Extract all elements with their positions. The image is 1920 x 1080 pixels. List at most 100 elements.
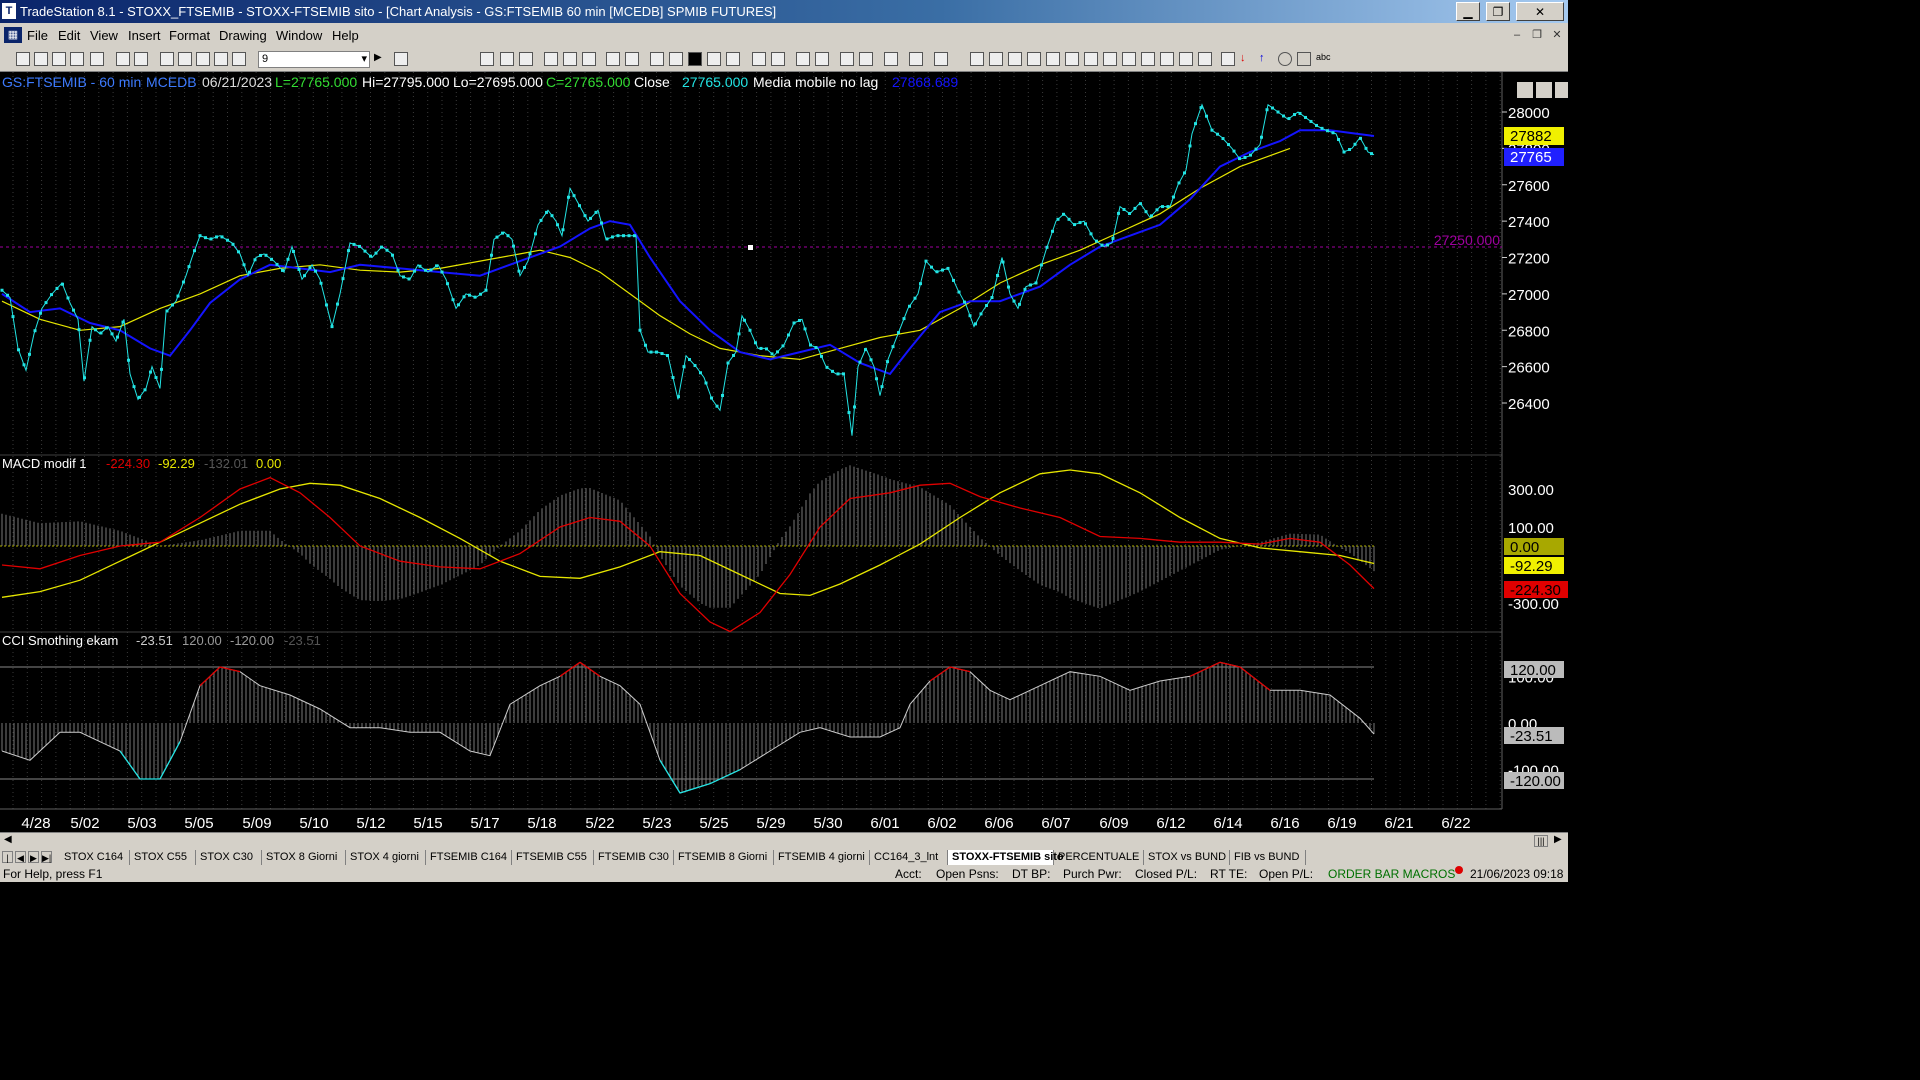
- horizontal-scrollbar[interactable]: ◀ ||| ▶: [0, 832, 1568, 850]
- print-icon[interactable]: [134, 52, 148, 66]
- workspace-tab[interactable]: STOX C164: [60, 850, 130, 865]
- paint-icon[interactable]: [625, 52, 639, 66]
- trade-icon[interactable]: [909, 52, 923, 66]
- tools-icon[interactable]: [884, 52, 898, 66]
- strategy-insert-icon[interactable]: [582, 52, 596, 66]
- pointer-icon[interactable]: [840, 52, 854, 66]
- format-symbol-icon[interactable]: [500, 52, 514, 66]
- workspace-tab[interactable]: STOX 4 giorni: [346, 850, 426, 865]
- gann-icon[interactable]: [1065, 52, 1079, 66]
- zoom-in-icon[interactable]: [796, 52, 810, 66]
- play-icon[interactable]: ▶: [374, 52, 388, 66]
- scroll-left-icon[interactable]: ◀: [4, 834, 12, 845]
- maximize-button[interactable]: ❐: [1486, 2, 1510, 21]
- pane-minimize-icon[interactable]: [1517, 82, 1533, 98]
- workspace-tab[interactable]: STOX 8 Giorni: [262, 850, 346, 865]
- data-window-icon[interactable]: [519, 52, 533, 66]
- macros-field[interactable]: ORDER BAR MACROS: [1328, 867, 1455, 881]
- minimize-button[interactable]: ▁: [1456, 2, 1480, 21]
- workspace-tab[interactable]: CC164_3_lnt: [870, 850, 948, 865]
- curve-icon[interactable]: [1221, 52, 1235, 66]
- tab-next-icon[interactable]: ▶: [28, 851, 39, 863]
- format-window-icon[interactable]: [480, 52, 494, 66]
- open-icon[interactable]: [52, 52, 66, 66]
- ohlc-icon[interactable]: [707, 52, 721, 66]
- vertical-line-icon[interactable]: [989, 52, 1003, 66]
- pen-icon[interactable]: [1198, 52, 1212, 66]
- workspace-tab[interactable]: FTSEMIB 8 Giorni: [674, 850, 774, 865]
- workspace-tab[interactable]: STOX vs BUND: [1144, 850, 1230, 865]
- arrow-icon[interactable]: [1141, 52, 1155, 66]
- rectangle-icon[interactable]: [1297, 52, 1311, 66]
- volume-icon[interactable]: [726, 52, 740, 66]
- arrow-up-icon[interactable]: ↑: [1259, 52, 1273, 66]
- new-workspace-icon[interactable]: [70, 52, 84, 66]
- workspace-tab[interactable]: FTSEMIB C55: [512, 850, 594, 865]
- workspace-tab[interactable]: FTSEMIB C30: [594, 850, 674, 865]
- speed-lines-icon[interactable]: [1103, 52, 1117, 66]
- close-button[interactable]: ✕: [1516, 2, 1564, 21]
- workspace-tab[interactable]: FTSEMIB 4 giorni: [774, 850, 870, 865]
- parallel-icon[interactable]: [1160, 52, 1174, 66]
- mdi-close-button[interactable]: ✕: [1548, 27, 1566, 43]
- trendline-icon[interactable]: [970, 52, 984, 66]
- menu-format[interactable]: Format: [169, 28, 210, 43]
- chart-doc-icon[interactable]: ▦: [4, 27, 22, 43]
- indicator-icon[interactable]: [563, 52, 577, 66]
- tab-prev-icon[interactable]: ◀: [15, 851, 26, 863]
- workspace-tab[interactable]: STOXX-FTSEMIB sito: [948, 850, 1064, 865]
- text-icon[interactable]: abc: [1316, 52, 1331, 66]
- arc-icon[interactable]: [1179, 52, 1193, 66]
- workspace-tab[interactable]: PERCENTUALE: [1054, 850, 1144, 865]
- pane-close-icon[interactable]: [1555, 82, 1568, 98]
- menu-help[interactable]: Help: [332, 28, 359, 43]
- interval-combo[interactable]: 9 ▾: [258, 51, 370, 68]
- mdi-minimize-button[interactable]: –: [1508, 27, 1526, 43]
- window-icon[interactable]: [160, 52, 174, 66]
- zoom-chart-icon[interactable]: [394, 52, 408, 66]
- compress-icon[interactable]: [752, 52, 766, 66]
- save-icon[interactable]: [90, 52, 104, 66]
- grid-icon[interactable]: [934, 52, 948, 66]
- arrow-down-icon[interactable]: ↓: [1240, 52, 1254, 66]
- scroll-right-icon[interactable]: ▶: [1554, 834, 1562, 845]
- lock-icon[interactable]: [196, 52, 210, 66]
- fib-icon[interactable]: [1046, 52, 1060, 66]
- mdi-restore-button[interactable]: ❐: [1528, 27, 1546, 43]
- menu-view[interactable]: View: [90, 28, 118, 43]
- regression-icon[interactable]: [1122, 52, 1136, 66]
- price-point: [187, 265, 191, 269]
- strategy-icon[interactable]: [214, 52, 228, 66]
- menu-window[interactable]: Window: [276, 28, 322, 43]
- horizontal-line-icon[interactable]: [1008, 52, 1022, 66]
- line-chart-icon[interactable]: [650, 52, 664, 66]
- pane-restore-icon[interactable]: [1536, 82, 1552, 98]
- radar-icon[interactable]: [232, 52, 246, 66]
- print-preview-icon[interactable]: [116, 52, 130, 66]
- workspace-tab[interactable]: STOX C30: [196, 850, 262, 865]
- zoom-out-icon[interactable]: [815, 52, 829, 66]
- new-icon[interactable]: [16, 52, 30, 66]
- crosshair-icon[interactable]: [859, 52, 873, 66]
- workspace-tab[interactable]: FTSEMIB C164: [426, 850, 512, 865]
- scroll-grip-icon[interactable]: |||: [1534, 835, 1548, 847]
- tab-last-icon[interactable]: ▶|: [41, 851, 52, 863]
- analysis-icon[interactable]: [544, 52, 558, 66]
- new-window-icon[interactable]: [34, 52, 48, 66]
- bar-chart-icon[interactable]: [669, 52, 683, 66]
- tab-first-icon[interactable]: |◀: [2, 851, 13, 875]
- tile-icon[interactable]: [178, 52, 192, 66]
- menu-drawing[interactable]: Drawing: [219, 28, 267, 43]
- workspace-tab[interactable]: FIB vs BUND: [1230, 850, 1306, 865]
- alert-icon[interactable]: [606, 52, 620, 66]
- chart-area[interactable]: 27250.000 280002780027600274002720027000…: [0, 72, 1568, 832]
- menu-edit[interactable]: Edit: [58, 28, 80, 43]
- andrews-icon[interactable]: [1084, 52, 1098, 66]
- ellipse-icon[interactable]: [1278, 52, 1292, 66]
- menu-file[interactable]: File: [27, 28, 48, 43]
- menu-insert[interactable]: Insert: [128, 28, 161, 43]
- expand-icon[interactable]: [771, 52, 785, 66]
- candle-icon[interactable]: [688, 52, 702, 66]
- channel-icon[interactable]: [1027, 52, 1041, 66]
- workspace-tab[interactable]: STOX C55: [130, 850, 196, 865]
